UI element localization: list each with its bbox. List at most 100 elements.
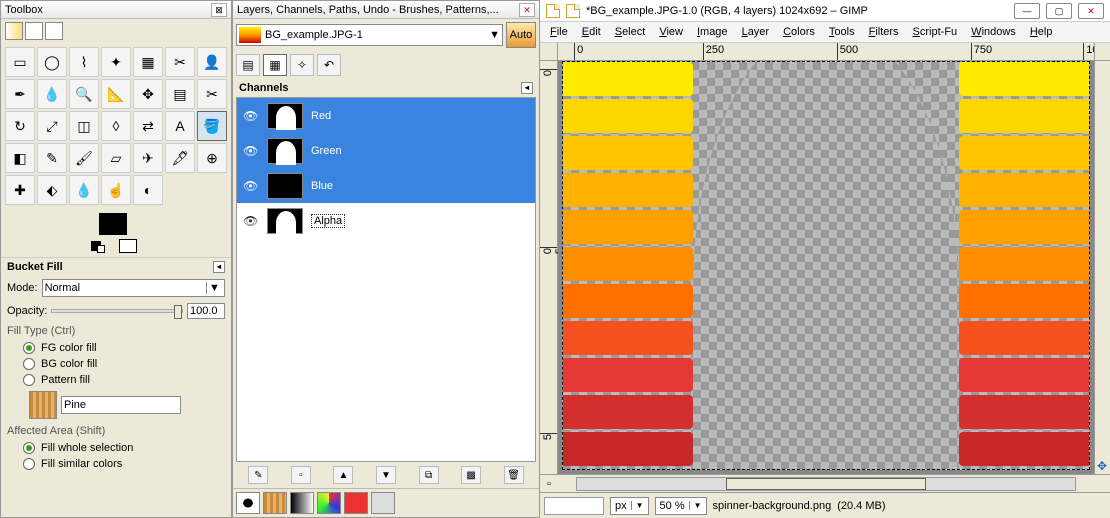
- menu-layer[interactable]: Layer: [736, 24, 776, 40]
- visibility-icon[interactable]: 👁: [243, 109, 259, 123]
- pencil-tool[interactable]: ✎: [37, 143, 67, 173]
- fill-whole-radio[interactable]: [23, 442, 35, 454]
- smudge-tool[interactable]: ☝: [101, 175, 131, 205]
- visibility-icon[interactable]: 👁: [243, 179, 259, 193]
- move-tool[interactable]: ✥: [133, 79, 163, 109]
- dropdown-icon[interactable]: ▼: [206, 282, 222, 294]
- blend-tool[interactable]: ◧: [5, 143, 35, 173]
- tab-undo-icon[interactable]: ↶: [317, 54, 341, 76]
- bg-fill-radio[interactable]: [23, 358, 35, 370]
- dodge-tool[interactable]: ◐: [133, 175, 163, 205]
- zoom-tool[interactable]: 🔍: [69, 79, 99, 109]
- navigate-icon[interactable]: ✥: [1094, 458, 1110, 474]
- menu-view[interactable]: View: [653, 24, 689, 40]
- channel-row-green[interactable]: 👁Green: [237, 133, 535, 168]
- canvas-content[interactable]: [562, 61, 1090, 470]
- perspective-clone-tool[interactable]: ⬖: [37, 175, 67, 205]
- close-button[interactable]: ✕: [1078, 3, 1104, 19]
- rect-select-tool[interactable]: ▭: [5, 47, 35, 77]
- brushes-tab-icon[interactable]: [236, 492, 260, 514]
- measure-tool[interactable]: 📐: [101, 79, 131, 109]
- raise-channel-icon[interactable]: ▲: [333, 466, 353, 484]
- fuzzy-select-tool[interactable]: ✦: [101, 47, 131, 77]
- gradients-tab-icon[interactable]: [290, 492, 314, 514]
- misc-tab-icon[interactable]: [371, 492, 395, 514]
- duplicate-channel-icon[interactable]: ⧉: [419, 466, 439, 484]
- heal-tool[interactable]: ✚: [5, 175, 35, 205]
- fg-bg-swatch[interactable]: [91, 213, 141, 253]
- dropdown-icon[interactable]: ▼: [489, 29, 500, 41]
- fill-similar-radio[interactable]: [23, 458, 35, 470]
- menu-windows[interactable]: Windows: [965, 24, 1022, 40]
- text-tool[interactable]: A: [165, 111, 195, 141]
- opacity-slider[interactable]: [51, 309, 183, 313]
- blur-tool[interactable]: 💧: [69, 175, 99, 205]
- shear-tool[interactable]: ◫: [69, 111, 99, 141]
- perspective-tool[interactable]: ◊: [101, 111, 131, 141]
- image-select[interactable]: BG_example.JPG-1 ▼: [236, 24, 503, 46]
- ruler-horizontal[interactable]: 025050075010: [558, 43, 1094, 61]
- menu-edit[interactable]: Edit: [576, 24, 607, 40]
- ellipse-select-tool[interactable]: ◯: [37, 47, 67, 77]
- ruler-corner[interactable]: [540, 43, 558, 61]
- pattern-preview[interactable]: [29, 391, 57, 419]
- lower-channel-icon[interactable]: ▼: [376, 466, 396, 484]
- edit-channel-icon[interactable]: ✎: [248, 466, 268, 484]
- vertical-scrollbar[interactable]: ✥: [1094, 61, 1110, 474]
- by-color-select-tool[interactable]: ▦: [133, 47, 163, 77]
- channel-row-red[interactable]: 👁Red: [237, 98, 535, 133]
- bg-color[interactable]: [119, 239, 137, 253]
- new-channel-icon[interactable]: ▫: [291, 466, 311, 484]
- menu-tools[interactable]: Tools: [823, 24, 861, 40]
- canvas[interactable]: [558, 61, 1094, 474]
- to-selection-icon[interactable]: ▩: [461, 466, 481, 484]
- palettes-tab-icon[interactable]: [317, 492, 341, 514]
- channels-close-icon[interactable]: ✕: [519, 3, 535, 17]
- delete-channel-icon[interactable]: 🗑: [504, 466, 524, 484]
- ruler-vertical[interactable]: 02505: [540, 61, 558, 474]
- panel-menu-icon[interactable]: ◂: [521, 82, 533, 94]
- paths-tool[interactable]: ✒: [5, 79, 35, 109]
- visibility-icon[interactable]: 👁: [243, 214, 259, 228]
- free-select-tool[interactable]: ⌇: [69, 47, 99, 77]
- crop-tool[interactable]: ✂: [197, 79, 227, 109]
- quickmask-icon[interactable]: ▫: [540, 478, 558, 490]
- align-tool[interactable]: ▤: [165, 79, 195, 109]
- opacity-input[interactable]: [187, 303, 225, 319]
- horizontal-scrollbar[interactable]: ▫: [540, 474, 1110, 492]
- zoom-select[interactable]: 50 %▼: [655, 497, 707, 515]
- menu-help[interactable]: Help: [1024, 24, 1059, 40]
- channel-row-alpha[interactable]: 👁Alpha: [237, 203, 535, 238]
- menu-image[interactable]: Image: [691, 24, 734, 40]
- pattern-fill-radio[interactable]: [23, 374, 35, 386]
- tab-layers-icon[interactable]: ▤: [236, 54, 260, 76]
- fg-fill-radio[interactable]: [23, 342, 35, 354]
- menu-file[interactable]: File: [544, 24, 574, 40]
- toolbox-close-icon[interactable]: ⊠: [211, 3, 227, 17]
- flip-tool[interactable]: ⇄: [133, 111, 163, 141]
- pattern-select[interactable]: Pine: [61, 396, 181, 414]
- scale-tool[interactable]: ⤢: [37, 111, 67, 141]
- units-select[interactable]: px▼: [610, 497, 649, 515]
- eraser-tool[interactable]: ▱: [101, 143, 131, 173]
- minimize-button[interactable]: —: [1014, 3, 1040, 19]
- collapse-icon[interactable]: ◂: [213, 261, 225, 273]
- scissors-tool[interactable]: ✂: [165, 47, 195, 77]
- foreground-select-tool[interactable]: 👤: [197, 47, 227, 77]
- clone-tool[interactable]: ⊕: [197, 143, 227, 173]
- menu-filters[interactable]: Filters: [863, 24, 905, 40]
- airbrush-tool[interactable]: ✈: [133, 143, 163, 173]
- fonts-tab-icon[interactable]: [344, 492, 368, 514]
- menu-script-fu[interactable]: Script-Fu: [907, 24, 964, 40]
- rotate-tool[interactable]: ↻: [5, 111, 35, 141]
- ink-tool[interactable]: 🖋: [165, 143, 195, 173]
- color-picker-tool[interactable]: 💧: [37, 79, 67, 109]
- default-colors-icon[interactable]: [97, 245, 105, 253]
- tab-channels-icon[interactable]: ▦: [263, 54, 287, 76]
- tab-paths-icon[interactable]: ✧: [290, 54, 314, 76]
- menu-colors[interactable]: Colors: [777, 24, 821, 40]
- mode-select[interactable]: Normal ▼: [42, 279, 225, 297]
- maximize-button[interactable]: ▢: [1046, 3, 1072, 19]
- auto-button[interactable]: Auto: [506, 22, 536, 48]
- channel-row-blue[interactable]: 👁Blue: [237, 168, 535, 203]
